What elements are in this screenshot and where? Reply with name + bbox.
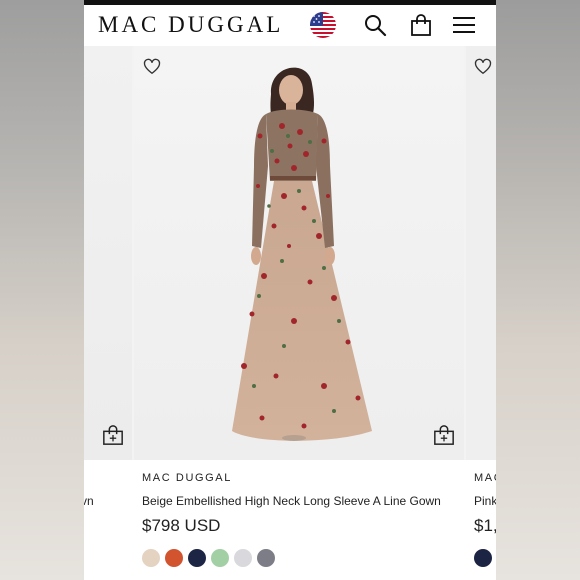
wishlist-heart-icon-right[interactable] bbox=[474, 58, 492, 75]
us-flag-icon[interactable] bbox=[310, 12, 336, 38]
brand-logo[interactable]: MAC DUGGAL bbox=[98, 12, 283, 38]
product-name[interactable]: Beige Embellished High Neck Long Sleeve … bbox=[142, 494, 441, 508]
background-right bbox=[496, 0, 580, 580]
shopping-bag-icon[interactable] bbox=[409, 13, 433, 37]
product-carousel[interactable] bbox=[84, 46, 496, 460]
color-swatch-gray[interactable] bbox=[257, 549, 275, 567]
gown-photo bbox=[232, 67, 372, 441]
color-swatch-beige[interactable] bbox=[142, 549, 160, 567]
color-swatch-orange[interactable] bbox=[165, 549, 183, 567]
color-swatch-navy[interactable] bbox=[188, 549, 206, 567]
product-info-row: vn MAC DUGGAL Beige Embellished High Nec… bbox=[84, 460, 496, 580]
search-icon[interactable] bbox=[363, 13, 387, 37]
product-brand: MAC DUGGAL bbox=[142, 472, 232, 484]
background-left bbox=[0, 0, 84, 580]
product-price-right: $1, bbox=[474, 516, 496, 535]
color-swatch-right-navy[interactable] bbox=[474, 549, 492, 567]
add-to-bag-icon[interactable] bbox=[433, 424, 455, 446]
wishlist-heart-icon[interactable] bbox=[143, 58, 161, 75]
product-name-right[interactable]: Pink bbox=[474, 494, 496, 508]
product-image-left[interactable] bbox=[84, 46, 132, 460]
color-swatch-silver[interactable] bbox=[234, 549, 252, 567]
site-header: MAC DUGGAL bbox=[84, 5, 496, 47]
product-brand-right: MAC bbox=[474, 472, 496, 484]
phone-screen: MAC DUGGAL vn MAC DUGGAL Beige Embellish… bbox=[84, 0, 496, 580]
product-image-main[interactable] bbox=[134, 46, 464, 460]
product-name-left[interactable]: vn bbox=[84, 494, 94, 508]
product-price: $798 USD bbox=[142, 516, 221, 535]
menu-icon[interactable] bbox=[452, 13, 476, 37]
add-to-bag-icon-left[interactable] bbox=[102, 424, 124, 446]
color-swatch-sage[interactable] bbox=[211, 549, 229, 567]
product-image-right[interactable] bbox=[466, 46, 496, 460]
